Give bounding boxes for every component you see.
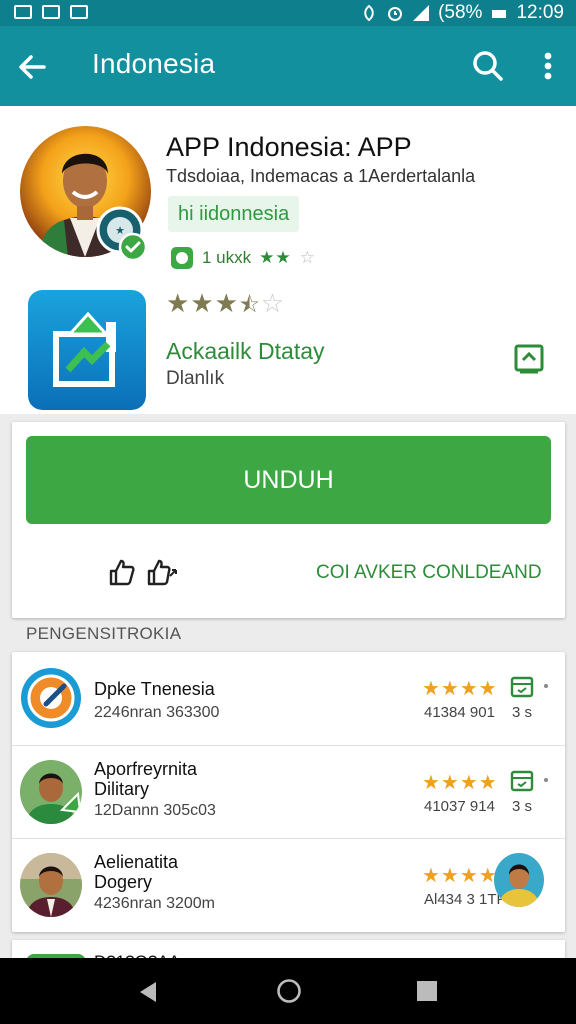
list-item-icon bbox=[21, 668, 81, 728]
list-item-number: 3 s bbox=[512, 798, 533, 815]
calendar-icon[interactable] bbox=[510, 676, 534, 698]
small-rating-text: 1 ukxk bbox=[202, 248, 252, 267]
list-item-avatar bbox=[20, 760, 82, 824]
list-item-meta: 2246nran 363300 bbox=[94, 704, 220, 721]
nav-home-icon[interactable] bbox=[276, 978, 302, 1004]
star-half-icon: ⯪ bbox=[238, 292, 261, 317]
back-arrow-icon[interactable] bbox=[14, 48, 52, 86]
calendar-icon[interactable] bbox=[510, 770, 534, 792]
reviewer-avatar bbox=[494, 853, 544, 907]
small-rating: 1 ukxk ★★ ☆ bbox=[170, 246, 315, 270]
list-item-title-line2: Dogery bbox=[94, 872, 153, 892]
list-item-title: Aporfreyrnita bbox=[94, 759, 198, 779]
app-bar: Indonesia bbox=[0, 26, 576, 106]
section-title: PENGENSITROKIA bbox=[26, 624, 182, 643]
star-full-icon: ★ bbox=[214, 288, 239, 318]
list-item-meta: 4236nran 3200m bbox=[94, 895, 215, 912]
list-item-meta: 12Dannn 305c03 bbox=[94, 802, 216, 819]
list-item-count: Al434 3 1TF bbox=[424, 891, 506, 908]
tag-chip[interactable]: hi iidonnesia bbox=[168, 196, 300, 232]
more-dot-icon[interactable] bbox=[544, 778, 548, 782]
alarm-icon bbox=[388, 7, 403, 21]
install-button[interactable]: UNDUH bbox=[26, 436, 551, 524]
list-item-number: 3 s bbox=[512, 704, 533, 721]
list-item-stars: ★★★★ bbox=[422, 678, 498, 700]
list-item[interactable]: Aporfreyrnita Dilitary 12Dannn 305c03 ★★… bbox=[12, 745, 565, 838]
list-item[interactable]: Aelienatita Dogery 4236nran 3200m ★★★★ A… bbox=[12, 838, 565, 931]
list-item-count: 41384 901 bbox=[424, 704, 495, 721]
more-vert-icon[interactable] bbox=[534, 46, 562, 86]
app-icon bbox=[28, 290, 146, 410]
star-empty-icon: ☆ bbox=[260, 288, 286, 318]
status-bar: (58% 12:09 bbox=[0, 0, 576, 26]
search-icon[interactable] bbox=[468, 46, 508, 86]
star-empty-icon: ☆ bbox=[299, 248, 315, 267]
list-item-count: 41037 914 bbox=[424, 798, 495, 815]
battery-icon bbox=[492, 10, 507, 18]
list-item-title-line2: Dilitary bbox=[94, 779, 150, 799]
small-rating-stars: ★★ bbox=[259, 248, 292, 267]
share-icon[interactable] bbox=[146, 558, 178, 586]
data-saver-icon bbox=[364, 4, 374, 22]
list-item[interactable]: Dpke Tnenesia 2246nran 363300 ★★★★ 41384… bbox=[12, 652, 565, 745]
app-title: APP Indonesia: APP bbox=[166, 132, 412, 162]
app-category: Dlanlık bbox=[166, 368, 225, 389]
battery-percent: (58% bbox=[438, 2, 483, 23]
notification-gallery-icon bbox=[42, 5, 60, 19]
developer-name[interactable]: Ackaailk Dtatay bbox=[166, 338, 325, 365]
app-header: ★ APP Indonesia: APP Tdsdoiaa, Indemacas… bbox=[0, 106, 576, 414]
read-more-link[interactable]: COI AVKER CONLDEAND bbox=[316, 562, 542, 584]
star-full-icon: ★ bbox=[166, 288, 191, 318]
wishlist-icon[interactable] bbox=[512, 342, 546, 376]
thumbs-up-icon[interactable] bbox=[108, 558, 136, 586]
list-item-stars: ★★★★ bbox=[422, 865, 498, 887]
app-subtitle: Tdsdoiaa, Indemacas a 1Aerdertalanla bbox=[166, 166, 476, 186]
list-item-title: Dpke Tnenesia bbox=[94, 679, 215, 699]
app-bar-title: Indonesia bbox=[92, 48, 216, 79]
system-nav-bar bbox=[0, 958, 576, 1024]
notification-photo-icon bbox=[14, 5, 32, 19]
check-badge-icon bbox=[118, 232, 148, 262]
clock: 12:09 bbox=[516, 2, 564, 23]
star-full-icon: ★ bbox=[190, 288, 215, 318]
signal-icon bbox=[413, 5, 430, 21]
list-item-avatar bbox=[20, 853, 82, 917]
list-item-stars: ★★★★ bbox=[422, 772, 498, 794]
rating-stars: ★★★⯪☆ bbox=[166, 288, 285, 326]
rating-badge-icon bbox=[171, 247, 193, 269]
nav-back-icon[interactable] bbox=[136, 980, 160, 1004]
list-item-title: Aelienatita bbox=[94, 852, 179, 872]
related-apps-list: Dpke Tnenesia 2246nran 363300 ★★★★ 41384… bbox=[12, 652, 565, 932]
install-card: UNDUH COI AVKER CONLDEAND bbox=[12, 422, 565, 618]
nav-recent-icon[interactable] bbox=[416, 980, 438, 1002]
more-dot-icon[interactable] bbox=[544, 684, 548, 688]
notification-file-icon bbox=[70, 5, 88, 19]
